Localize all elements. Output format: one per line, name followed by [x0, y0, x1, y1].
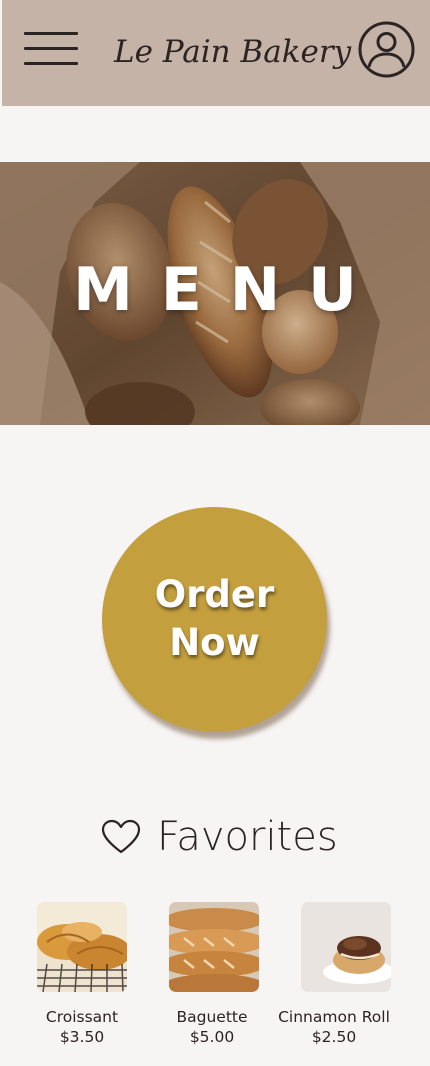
item-name: Baguette	[176, 1008, 248, 1026]
favorite-item-cinnamon-roll[interactable]: Cinnamon Roll $2.50	[269, 902, 399, 1052]
favorites-heading: Favorites	[101, 814, 361, 864]
user-account-icon[interactable]	[358, 21, 415, 78]
favorite-item-baguette[interactable]: Baguette $5.00	[147, 902, 277, 1052]
item-price: $3.50	[59, 1028, 105, 1046]
item-price: $2.50	[311, 1028, 357, 1046]
order-label-line2: Now	[169, 621, 260, 664]
item-price: $5.00	[189, 1028, 235, 1046]
menu-line	[24, 62, 78, 65]
order-label-line1: Order	[154, 573, 275, 616]
favorites-title: Favorites	[157, 814, 338, 860]
order-now-button[interactable]: Order Now	[102, 507, 327, 732]
menu-title: MENU	[73, 255, 385, 325]
brand-logo[interactable]: Le Pain Bakery	[114, 34, 351, 80]
heart-icon	[101, 819, 141, 854]
hamburger-menu-button[interactable]	[24, 30, 80, 68]
item-name: Cinnamon Roll	[278, 1008, 390, 1026]
menu-line	[24, 47, 78, 50]
item-name: Croissant	[45, 1008, 119, 1026]
baguette-image	[169, 902, 259, 992]
menu-line	[24, 32, 78, 35]
order-now-label: Order Now	[102, 571, 327, 667]
favorite-item-croissant[interactable]: Croissant $3.50	[17, 902, 147, 1052]
cinnamon-roll-image	[301, 902, 391, 992]
croissant-image	[37, 902, 127, 992]
app-header: Le Pain Bakery	[2, 0, 430, 106]
